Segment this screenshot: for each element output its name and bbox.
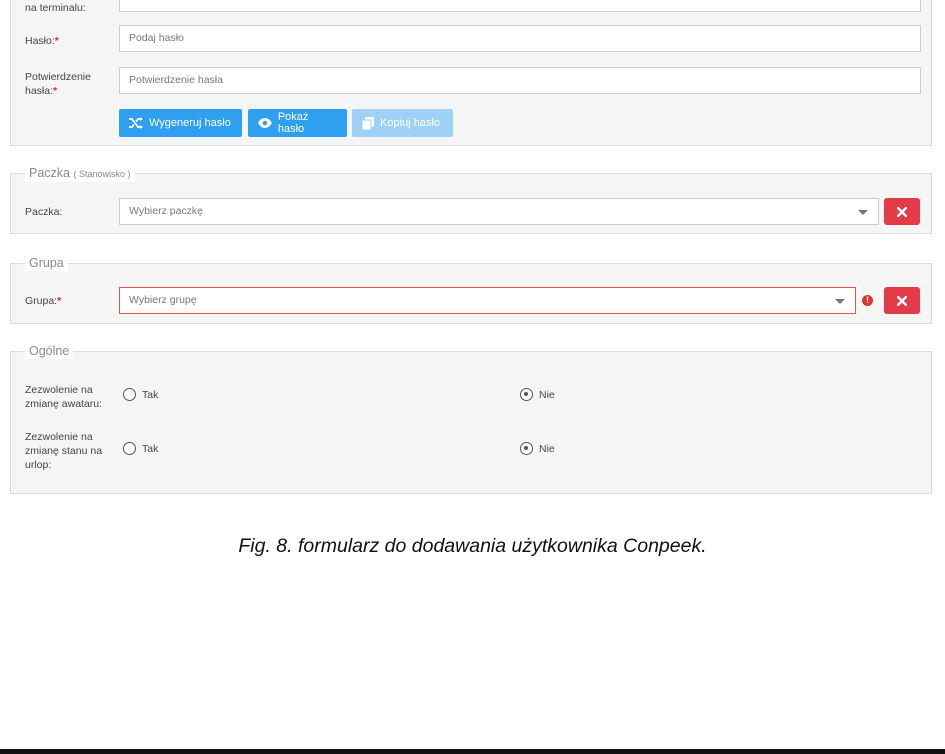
generate-password-label: Wygeneruj hasło [149, 117, 231, 129]
avatar-label-line1: Zezwolenie na [25, 384, 93, 396]
leave-label-line3: urlop: [25, 459, 52, 471]
copy-icon [362, 116, 374, 130]
generate-password-button[interactable]: Wygeneruj hasło [119, 109, 242, 137]
password-input[interactable]: Podaj hasło [119, 25, 921, 52]
avatar-yes-radio[interactable] [123, 388, 136, 401]
show-password-button[interactable]: Pokaż hasło [248, 109, 347, 137]
eye-icon [258, 118, 272, 128]
package-select-value: Wybierz paczkę [129, 205, 204, 217]
group-select[interactable]: Wybierz grupę [119, 287, 856, 314]
chevron-down-icon [858, 210, 868, 215]
close-icon [897, 206, 907, 217]
password-label-text: Hasło: [25, 35, 55, 47]
package-select[interactable]: Wybierz paczkę [119, 198, 879, 225]
avatar-permission-label: Zezwolenie na zmianę awataru: [25, 383, 109, 411]
avatar-no-radio[interactable] [520, 388, 533, 401]
leave-no-label: Nie [539, 443, 555, 455]
package-section: Paczka ( Stanowisko ) Paczka: Wybierz pa… [10, 165, 932, 234]
terminal-input[interactable] [119, 0, 921, 12]
leave-yes-radio[interactable] [123, 442, 136, 455]
group-select-value: Wybierz grupę [129, 294, 197, 306]
credentials-panel: na terminalu: Hasło:* Podaj hasło Potwie… [10, 0, 932, 146]
leave-yes-label: Tak [142, 443, 159, 455]
chevron-down-icon [835, 299, 845, 304]
clear-package-button[interactable] [884, 198, 920, 225]
error-icon: ! [862, 295, 873, 306]
copy-password-button[interactable]: Kopiuj hasło [352, 109, 453, 137]
package-label: Paczka: [25, 206, 63, 218]
group-label-text: Grupa: [25, 295, 58, 307]
required-mark: * [54, 35, 59, 47]
close-icon [897, 295, 907, 306]
required-mark: * [57, 295, 62, 307]
group-label: Grupa:* [25, 294, 109, 308]
confirm-password-input[interactable]: Potwierdzenie hasła [119, 67, 921, 94]
shuffle-icon [129, 117, 143, 129]
avatar-no-label: Nie [539, 389, 555, 401]
group-legend: Grupa [25, 255, 68, 271]
confirm-password-label: Potwierdzenie hasła:* [25, 70, 109, 98]
copy-password-label: Kopiuj hasło [380, 117, 440, 129]
show-password-label: Pokaż hasło [277, 111, 309, 135]
terminal-label: na terminalu: [25, 2, 86, 14]
confirm-label-line2: hasła: [25, 85, 54, 97]
package-legend-sub: ( Stanowisko ) [73, 169, 131, 179]
clear-group-button[interactable] [884, 287, 920, 314]
password-label: Hasło:* [25, 34, 109, 48]
group-section: Grupa Grupa:* Wybierz grupę ! [10, 255, 932, 324]
package-legend: Paczka ( Stanowisko ) [25, 165, 135, 182]
package-legend-title: Paczka [29, 166, 70, 180]
avatar-label-line2: zmianę awataru: [25, 398, 103, 410]
general-legend: Ogólne [25, 343, 74, 359]
leave-label-line2: zmianę stanu na [25, 445, 103, 457]
required-mark: * [53, 85, 58, 97]
avatar-yes-label: Tak [142, 389, 159, 401]
leave-label-line1: Zezwolenie na [25, 431, 93, 443]
confirm-label-line1: Potwierdzenie [25, 71, 91, 83]
general-section: Ogólne Zezwolenie na zmianę awataru: Tak… [10, 343, 932, 494]
leave-no-radio[interactable] [520, 442, 533, 455]
bottom-divider [0, 749, 945, 754]
figure-caption: Fig. 8. formularz do dodawania użytkowni… [238, 535, 707, 557]
leave-permission-label: Zezwolenie na zmianę stanu na urlop: [25, 430, 109, 472]
